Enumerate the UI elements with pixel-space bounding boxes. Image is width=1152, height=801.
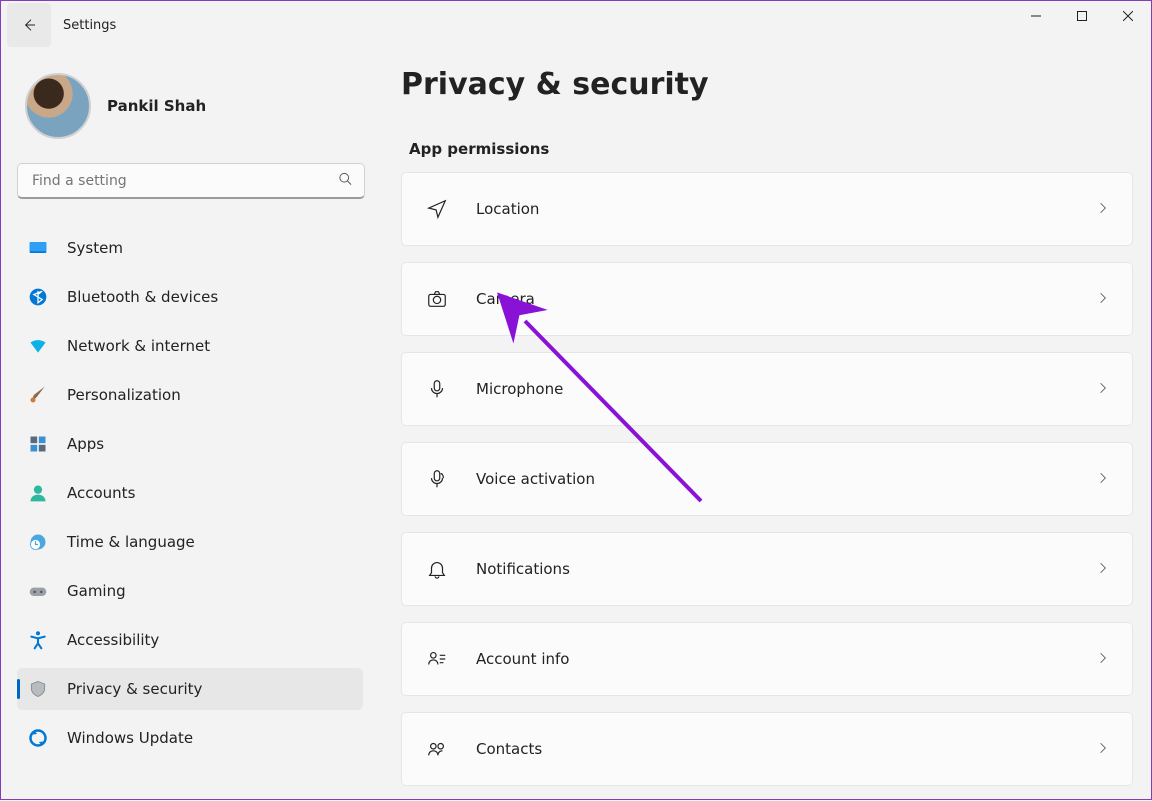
accessibility-icon <box>27 629 49 651</box>
sidebar-item-update[interactable]: Windows Update <box>17 717 363 759</box>
sidebar-item-system[interactable]: System <box>17 227 363 269</box>
sidebar-item-label: Personalization <box>67 386 181 404</box>
search-input[interactable] <box>17 163 365 199</box>
voice-icon <box>424 466 450 492</box>
shield-icon <box>27 678 49 700</box>
gamepad-icon <box>27 580 49 602</box>
section-header: App permissions <box>409 140 1131 158</box>
maximize-icon <box>1077 11 1087 21</box>
main-content: Privacy & security App permissions Locat… <box>371 49 1151 801</box>
sidebar-item-network[interactable]: Network & internet <box>17 325 363 367</box>
card-label: Location <box>476 200 1096 218</box>
window-controls <box>1013 1 1151 31</box>
sidebar-item-accessibility[interactable]: Accessibility <box>17 619 363 661</box>
sidebar-item-time[interactable]: Time & language <box>17 521 363 563</box>
close-icon <box>1123 11 1133 21</box>
card-label: Voice activation <box>476 470 1096 488</box>
profile-block[interactable]: Pankil Shah <box>17 67 363 163</box>
bell-icon <box>424 556 450 582</box>
card-location[interactable]: Location <box>401 172 1133 246</box>
card-contacts[interactable]: Contacts <box>401 712 1133 786</box>
card-label: Account info <box>476 650 1096 668</box>
close-button[interactable] <box>1105 1 1151 31</box>
chevron-right-icon <box>1096 650 1110 669</box>
card-label: Notifications <box>476 560 1096 578</box>
minimize-icon <box>1031 11 1041 21</box>
app-title: Settings <box>63 18 116 33</box>
sidebar-item-label: System <box>67 239 123 257</box>
sidebar-item-label: Windows Update <box>67 729 193 747</box>
sidebar-item-label: Accounts <box>67 484 135 502</box>
search-box <box>17 163 365 199</box>
sidebar-item-label: Apps <box>67 435 104 453</box>
user-name: Pankil Shah <box>107 97 206 115</box>
sidebar-item-label: Time & language <box>67 533 195 551</box>
contacts-icon <box>424 736 450 762</box>
chevron-right-icon <box>1096 200 1110 219</box>
minimize-button[interactable] <box>1013 1 1059 31</box>
camera-icon <box>424 286 450 312</box>
card-label: Microphone <box>476 380 1096 398</box>
page-title: Privacy & security <box>401 67 1131 102</box>
person-icon <box>27 482 49 504</box>
sidebar-item-label: Accessibility <box>67 631 159 649</box>
chevron-right-icon <box>1096 290 1110 309</box>
arrow-left-icon <box>21 17 37 33</box>
location-arrow-icon <box>424 196 450 222</box>
wifi-icon <box>27 335 49 357</box>
card-account-info[interactable]: Account info <box>401 622 1133 696</box>
account-info-icon <box>424 646 450 672</box>
chevron-right-icon <box>1096 740 1110 759</box>
clock-globe-icon <box>27 531 49 553</box>
sidebar-item-bluetooth[interactable]: Bluetooth & devices <box>17 276 363 318</box>
sidebar-item-label: Gaming <box>67 582 126 600</box>
microphone-icon <box>424 376 450 402</box>
search-icon <box>338 172 353 191</box>
sidebar: Pankil Shah System Bluetooth & devices N… <box>1 49 371 801</box>
sidebar-item-privacy[interactable]: Privacy & security <box>17 668 363 710</box>
card-label: Camera <box>476 290 1096 308</box>
sidebar-item-accounts[interactable]: Accounts <box>17 472 363 514</box>
paintbrush-icon <box>27 384 49 406</box>
back-button[interactable] <box>7 3 51 47</box>
card-notifications[interactable]: Notifications <box>401 532 1133 606</box>
apps-icon <box>27 433 49 455</box>
chevron-right-icon <box>1096 380 1110 399</box>
chevron-right-icon <box>1096 470 1110 489</box>
sidebar-item-gaming[interactable]: Gaming <box>17 570 363 612</box>
update-icon <box>27 727 49 749</box>
maximize-button[interactable] <box>1059 1 1105 31</box>
titlebar: Settings <box>1 1 1151 49</box>
sidebar-item-label: Privacy & security <box>67 680 202 698</box>
avatar <box>25 73 91 139</box>
card-camera[interactable]: Camera <box>401 262 1133 336</box>
card-voice-activation[interactable]: Voice activation <box>401 442 1133 516</box>
sidebar-item-label: Bluetooth & devices <box>67 288 218 306</box>
sidebar-item-personalization[interactable]: Personalization <box>17 374 363 416</box>
monitor-icon <box>27 237 49 259</box>
card-microphone[interactable]: Microphone <box>401 352 1133 426</box>
sidebar-item-apps[interactable]: Apps <box>17 423 363 465</box>
card-label: Contacts <box>476 740 1096 758</box>
sidebar-item-label: Network & internet <box>67 337 210 355</box>
bluetooth-icon <box>27 286 49 308</box>
chevron-right-icon <box>1096 560 1110 579</box>
